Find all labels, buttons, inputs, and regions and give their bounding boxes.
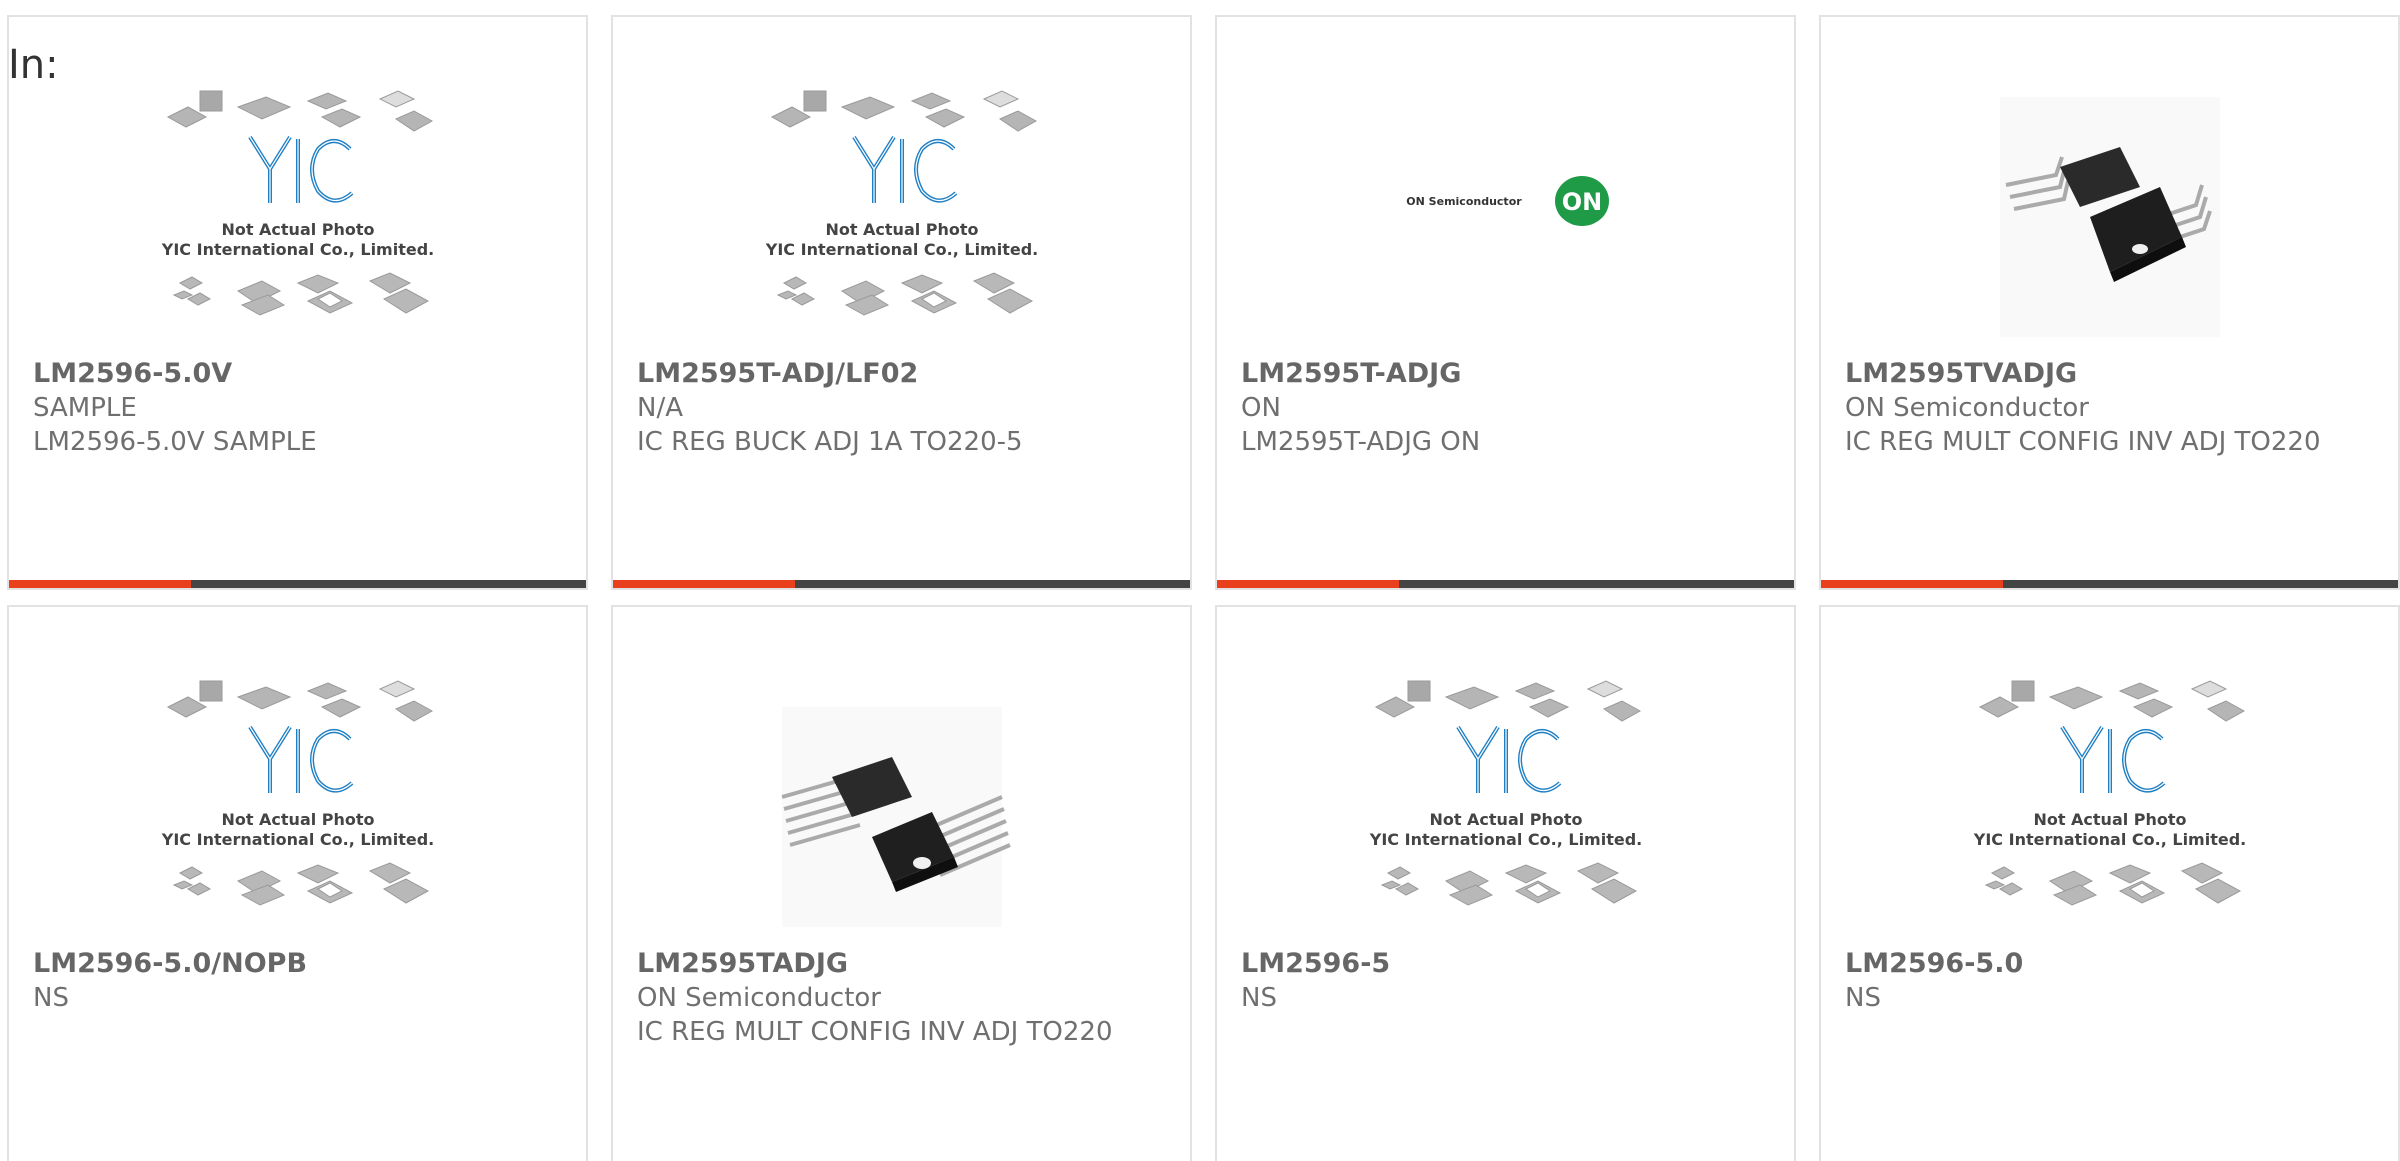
placeholder-caption-line1: Not Actual Photo — [825, 220, 978, 239]
part-number[interactable]: LM2595T-ADJG — [1241, 357, 1770, 391]
on-logo-text: ON Semiconductor — [1406, 195, 1522, 208]
to220-straight-leads-photo — [780, 707, 1011, 927]
product-info: LM2595T-ADJ/LF02 N/A IC REG BUCK ADJ 1A … — [637, 357, 1166, 459]
card-accent-bar — [613, 580, 795, 588]
product-info: LM2595TADJG ON Semiconductor IC REG MULT… — [637, 947, 1166, 1049]
part-number[interactable]: LM2595T-ADJ/LF02 — [637, 357, 1166, 391]
product-card[interactable]: Not Actual Photo YIC International Co., … — [7, 15, 588, 590]
product-image[interactable]: Not Actual Photo YIC International Co., … — [762, 77, 1042, 357]
description: IC REG BUCK ADJ 1A TO220-5 — [637, 427, 1023, 457]
product-info: LM2596-5.0V SAMPLE LM2596-5.0V SAMPLE — [33, 357, 562, 459]
card-accent-bar — [1217, 580, 1399, 588]
part-number[interactable]: LM2595TADJG — [637, 947, 1166, 981]
placeholder-caption-line2: YIC International Co., Limited. — [764, 240, 1037, 259]
on-semiconductor-logo: ON Semiconductor ON — [1406, 176, 1609, 226]
part-number[interactable]: LM2596-5 — [1241, 947, 1770, 981]
product-image[interactable] — [762, 667, 1042, 947]
manufacturer: N/A — [637, 393, 683, 423]
card-bottom-bar — [9, 580, 586, 588]
not-actual-photo-image: Not Actual Photo YIC International Co., … — [160, 90, 434, 316]
filter-label: In: — [8, 42, 59, 88]
product-info: LM2596-5 NS — [1241, 947, 1770, 1015]
manufacturer: NS — [1845, 983, 1881, 1013]
to220-bent-leads-photo — [1999, 97, 2220, 337]
manufacturer: NS — [33, 983, 69, 1013]
card-accent-bar — [1821, 580, 2003, 588]
description: IC REG MULT CONFIG INV ADJ TO220 — [637, 1017, 1113, 1047]
part-number[interactable]: LM2595TVADJG — [1845, 357, 2374, 391]
description: LM2596-5.0V SAMPLE — [33, 427, 317, 457]
manufacturer: SAMPLE — [33, 393, 137, 423]
placeholder-caption-line2: YIC International Co., Limited. — [1972, 830, 2245, 849]
manufacturer: ON — [1241, 393, 1281, 423]
product-card[interactable]: Not Actual Photo YIC International Co., … — [7, 605, 588, 1161]
product-card[interactable]: LM2595TVADJG ON Semiconductor IC REG MUL… — [1819, 15, 2400, 590]
part-number[interactable]: LM2596-5.0 — [1845, 947, 2374, 981]
description: IC REG MULT CONFIG INV ADJ TO220 — [1845, 427, 2321, 457]
product-image[interactable]: Not Actual Photo YIC International Co., … — [158, 77, 438, 357]
card-bottom-bar — [1821, 580, 2398, 588]
part-number[interactable]: LM2596-5.0/NOPB — [33, 947, 562, 981]
page: In: Not Actual Photo YIC International C… — [0, 0, 2400, 1161]
product-image[interactable]: Not Actual Photo YIC International Co., … — [1970, 667, 2250, 947]
manufacturer: ON Semiconductor — [637, 983, 881, 1013]
product-card[interactable]: LM2595TADJG ON Semiconductor IC REG MULT… — [611, 605, 1192, 1161]
card-bottom-bar — [613, 580, 1190, 588]
placeholder-caption-line2: YIC International Co., Limited. — [160, 830, 433, 849]
product-grid: Not Actual Photo YIC International Co., … — [7, 15, 2400, 1161]
placeholder-caption-line1: Not Actual Photo — [221, 220, 374, 239]
product-image[interactable] — [1970, 77, 2250, 357]
card-bottom-bar — [1217, 580, 1794, 588]
on-logo-badge-text: ON — [1561, 188, 1602, 216]
placeholder-caption-line2: YIC International Co., Limited. — [1368, 830, 1641, 849]
not-actual-photo-image: Not Actual Photo YIC International Co., … — [1368, 680, 1642, 906]
not-actual-photo-image: Not Actual Photo YIC International Co., … — [764, 90, 1038, 316]
manufacturer: NS — [1241, 983, 1277, 1013]
product-image[interactable]: Not Actual Photo YIC International Co., … — [158, 667, 438, 947]
product-image[interactable]: ON Semiconductor ON — [1366, 77, 1646, 357]
not-actual-photo-image: Not Actual Photo YIC International Co., … — [1972, 680, 2246, 906]
placeholder-caption-line1: Not Actual Photo — [221, 810, 374, 829]
product-info: LM2595TVADJG ON Semiconductor IC REG MUL… — [1845, 357, 2374, 459]
product-image[interactable]: Not Actual Photo YIC International Co., … — [1366, 667, 1646, 947]
product-info: LM2595T-ADJG ON LM2595T-ADJG ON — [1241, 357, 1770, 459]
product-card[interactable]: Not Actual Photo YIC International Co., … — [1819, 605, 2400, 1161]
product-card[interactable]: Not Actual Photo YIC International Co., … — [1215, 605, 1796, 1161]
product-info: LM2596-5.0 NS — [1845, 947, 2374, 1015]
card-accent-bar — [9, 580, 191, 588]
product-info: LM2596-5.0/NOPB NS — [33, 947, 562, 1015]
placeholder-caption-line2: YIC International Co., Limited. — [160, 240, 433, 259]
product-card[interactable]: Not Actual Photo YIC International Co., … — [611, 15, 1192, 590]
part-number[interactable]: LM2596-5.0V — [33, 357, 562, 391]
placeholder-caption-line1: Not Actual Photo — [1429, 810, 1582, 829]
placeholder-caption-line1: Not Actual Photo — [2033, 810, 2186, 829]
description: LM2595T-ADJG ON — [1241, 427, 1481, 457]
product-card[interactable]: ON Semiconductor ON LM2595T-ADJG ON LM25… — [1215, 15, 1796, 590]
manufacturer: ON Semiconductor — [1845, 393, 2089, 423]
not-actual-photo-image: Not Actual Photo YIC International Co., … — [160, 680, 434, 906]
